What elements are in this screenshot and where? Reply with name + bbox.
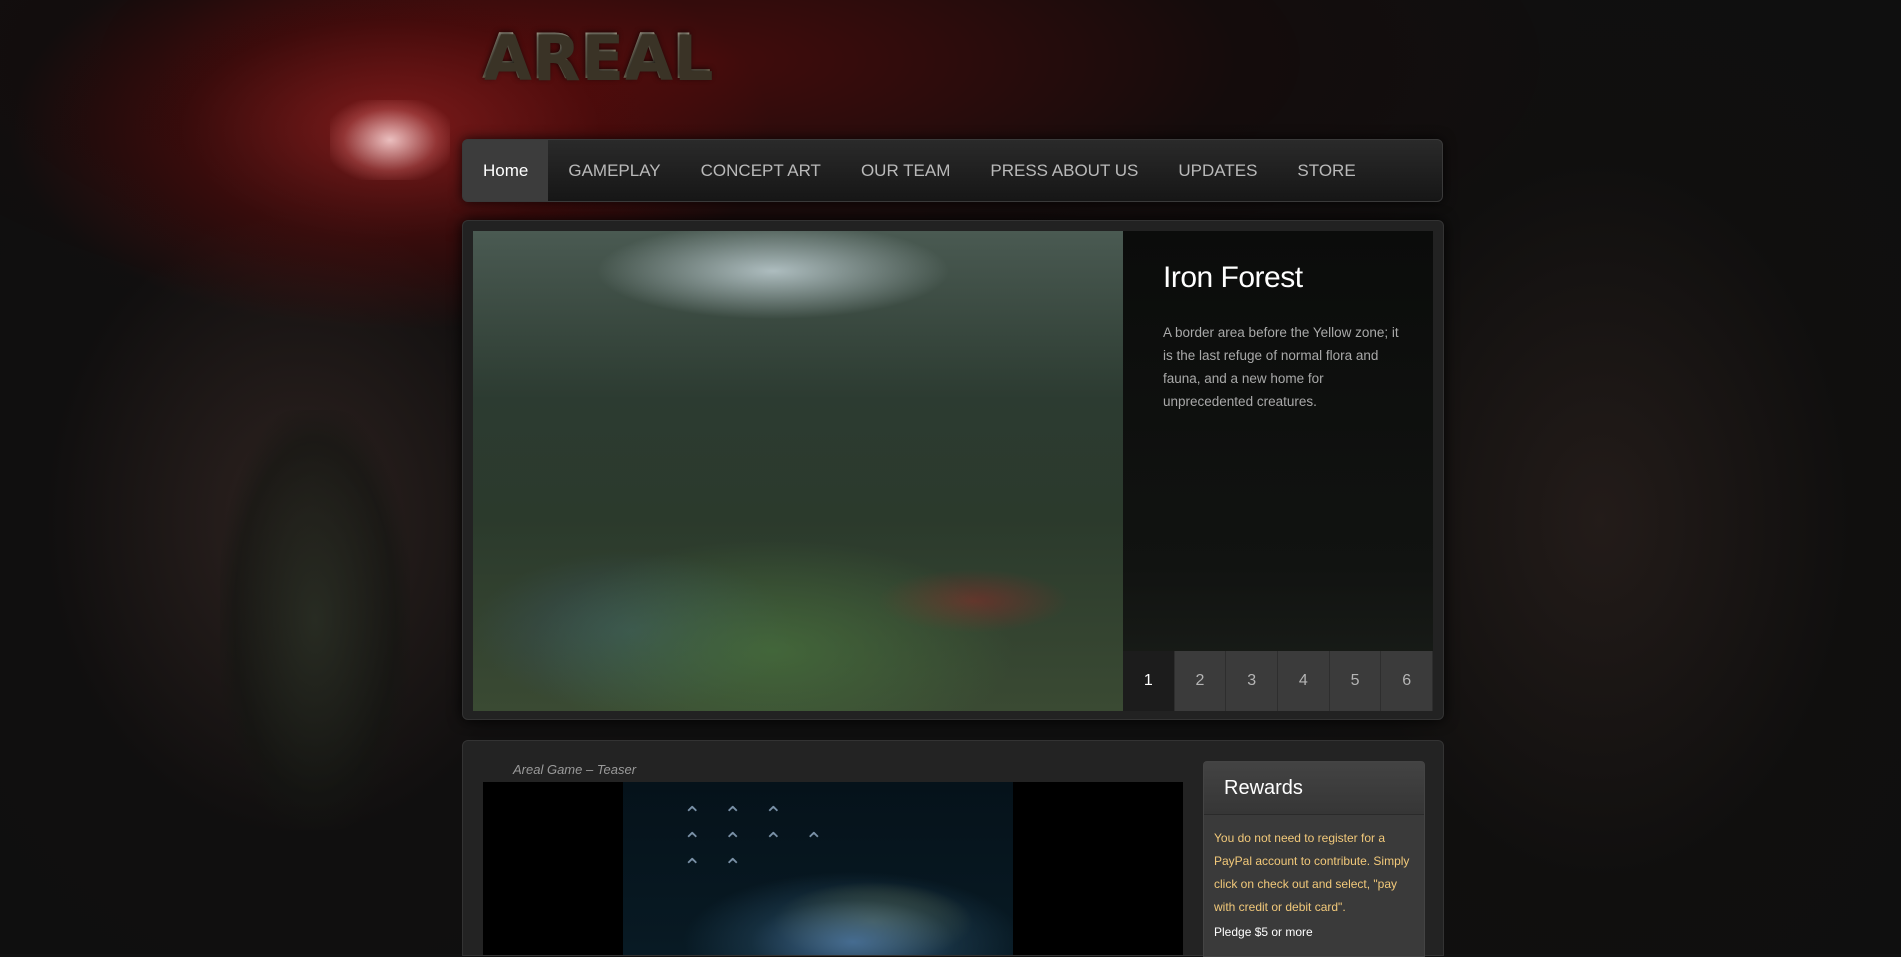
slide-image[interactable] bbox=[473, 231, 1123, 711]
background-light bbox=[330, 100, 450, 180]
video-player[interactable]: ⌃ ⌃ ⌃ ⌃ ⌃ ⌃ ⌃ ⌃ ⌃ bbox=[483, 782, 1183, 955]
pager-item-3[interactable]: 3 bbox=[1226, 651, 1279, 711]
pager-item-1[interactable]: 1 bbox=[1123, 651, 1175, 711]
video-title: Areal Game – Teaser bbox=[513, 762, 637, 777]
pledge-option[interactable]: Pledge $5 or more bbox=[1204, 919, 1424, 939]
pager-item-2[interactable]: 2 bbox=[1174, 651, 1227, 711]
slide-description: A border area before the Yellow zone; it… bbox=[1163, 325, 1399, 409]
nav-item-press-about-us[interactable]: PRESS ABOUT US bbox=[970, 140, 1158, 201]
nav-item-store[interactable]: STORE bbox=[1277, 140, 1375, 201]
nav-item-concept-art[interactable]: CONCEPT ART bbox=[681, 140, 841, 201]
nav-item-home[interactable]: Home bbox=[463, 140, 549, 201]
video-frame: ⌃ ⌃ ⌃ ⌃ ⌃ ⌃ ⌃ ⌃ ⌃ bbox=[623, 782, 1013, 955]
pager-item-4[interactable]: 4 bbox=[1278, 651, 1330, 711]
slide-caption-panel: Iron Forest A border area before the Yel… bbox=[1123, 231, 1434, 711]
birds-graphic: ⌃ ⌃ ⌃ ⌃ ⌃ ⌃ ⌃ ⌃ ⌃ bbox=[683, 802, 832, 879]
main-navigation: Home GAMEPLAY CONCEPT ART OUR TEAM PRESS… bbox=[462, 139, 1443, 202]
content-area: Areal Game – Teaser ⌃ ⌃ ⌃ ⌃ ⌃ ⌃ ⌃ ⌃ ⌃ Rewa… bbox=[462, 740, 1444, 957]
nav-item-gameplay[interactable]: GAMEPLAY bbox=[548, 140, 680, 201]
site-logo[interactable]: AREAL bbox=[482, 20, 713, 93]
rewards-note: You do not need to register for a PayPal… bbox=[1214, 831, 1410, 914]
rewards-heading: Rewards bbox=[1204, 762, 1424, 815]
nav-item-our-team[interactable]: OUR TEAM bbox=[841, 140, 970, 201]
featured-slider: Iron Forest A border area before the Yel… bbox=[462, 220, 1444, 720]
nav-item-updates[interactable]: UPDATES bbox=[1158, 140, 1277, 201]
rewards-panel: Rewards You do not need to register for … bbox=[1203, 761, 1425, 957]
slide-title: Iron Forest bbox=[1163, 261, 1303, 294]
pager-item-6[interactable]: 6 bbox=[1381, 651, 1434, 711]
slide-pager: 1 2 3 4 5 6 bbox=[1123, 651, 1434, 711]
background-soldier-art bbox=[220, 410, 410, 830]
pager-item-5[interactable]: 5 bbox=[1329, 651, 1382, 711]
